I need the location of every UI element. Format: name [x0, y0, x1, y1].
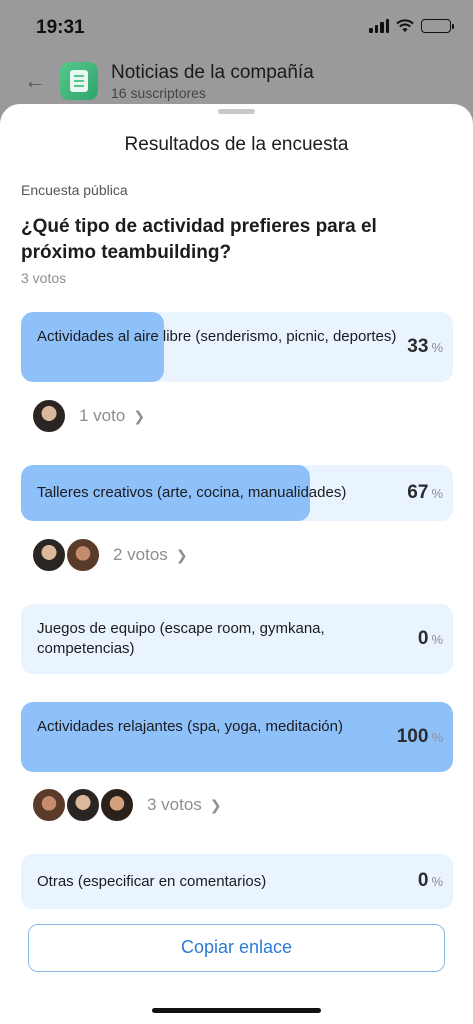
avatar: [99, 787, 135, 823]
chevron-right-icon: ❯: [133, 407, 146, 424]
option-label: Otras (especificar en comentarios): [37, 873, 267, 890]
channel-avatar: [60, 62, 98, 100]
option-label: Actividades al aire libre (senderismo, p…: [37, 328, 397, 345]
signal-icon: [369, 19, 389, 33]
avatar: [31, 537, 67, 573]
channel-subscribers: 16 suscriptores: [111, 85, 206, 101]
sheet-grabber[interactable]: [218, 109, 255, 114]
voters-count: 3 votos: [147, 795, 202, 814]
chat-header: ← Noticias de la compañía 16 suscriptore…: [0, 56, 473, 104]
avatar: [31, 398, 67, 434]
poll-option: Juegos de equipo (escape room, gymkana, …: [21, 604, 453, 674]
option-percent: 0%: [417, 870, 443, 891]
sheet-title: Resultados de la encuesta: [124, 134, 349, 155]
channel-title: Noticias de la compañía: [111, 62, 314, 83]
poll-type: Encuesta pública: [21, 182, 128, 198]
poll-option: Actividades al aire libre (senderismo, p…: [21, 312, 453, 382]
total-votes: 3 votos: [21, 270, 67, 286]
wifi-icon: [396, 19, 414, 32]
back-arrow-icon[interactable]: ←: [24, 68, 46, 94]
avatar: [65, 537, 101, 573]
home-indicator: [152, 1008, 321, 1013]
chevron-right-icon: ❯: [209, 796, 222, 813]
option-percent: 67%: [407, 482, 443, 503]
voters-row[interactable]: 2 votos ❯: [31, 536, 188, 574]
voters-count: 1 voto: [79, 406, 126, 425]
poll-results-sheet: Resultados de la encuesta Encuesta públi…: [0, 104, 473, 1024]
option-fill-bar: [21, 702, 453, 772]
chevron-right-icon: ❯: [175, 546, 188, 563]
option-percent: 100%: [396, 726, 443, 747]
status-icons: [369, 19, 454, 33]
voters-row[interactable]: 3 votos ❯: [31, 786, 222, 824]
option-fill-bar: [21, 312, 164, 382]
battery-icon: [421, 19, 454, 33]
option-label: Actividades relajantes (spa, yoga, medit…: [37, 718, 343, 735]
poll-option: Otras (especificar en comentarios) 0%: [21, 854, 453, 909]
status-time: 19:31: [36, 17, 85, 38]
option-label: Talleres creativos (arte, cocina, manual…: [37, 484, 347, 501]
option-percent: 33%: [407, 336, 443, 357]
avatar: [31, 787, 67, 823]
poll-option: Talleres creativos (arte, cocina, manual…: [21, 465, 453, 521]
option-percent: 0%: [417, 628, 443, 649]
status-bar: 19:31: [0, 0, 473, 56]
avatar: [65, 787, 101, 823]
copy-link-button[interactable]: Copiar enlace: [28, 924, 445, 972]
voters-count: 2 votos: [113, 545, 168, 564]
voters-row[interactable]: 1 voto ❯: [31, 397, 145, 435]
poll-option: Actividades relajantes (spa, yoga, medit…: [21, 702, 453, 772]
poll-question: ¿Qué tipo de actividad prefieres para el…: [21, 216, 377, 263]
option-label: Juegos de equipo (escape room, gymkana, …: [37, 620, 325, 657]
